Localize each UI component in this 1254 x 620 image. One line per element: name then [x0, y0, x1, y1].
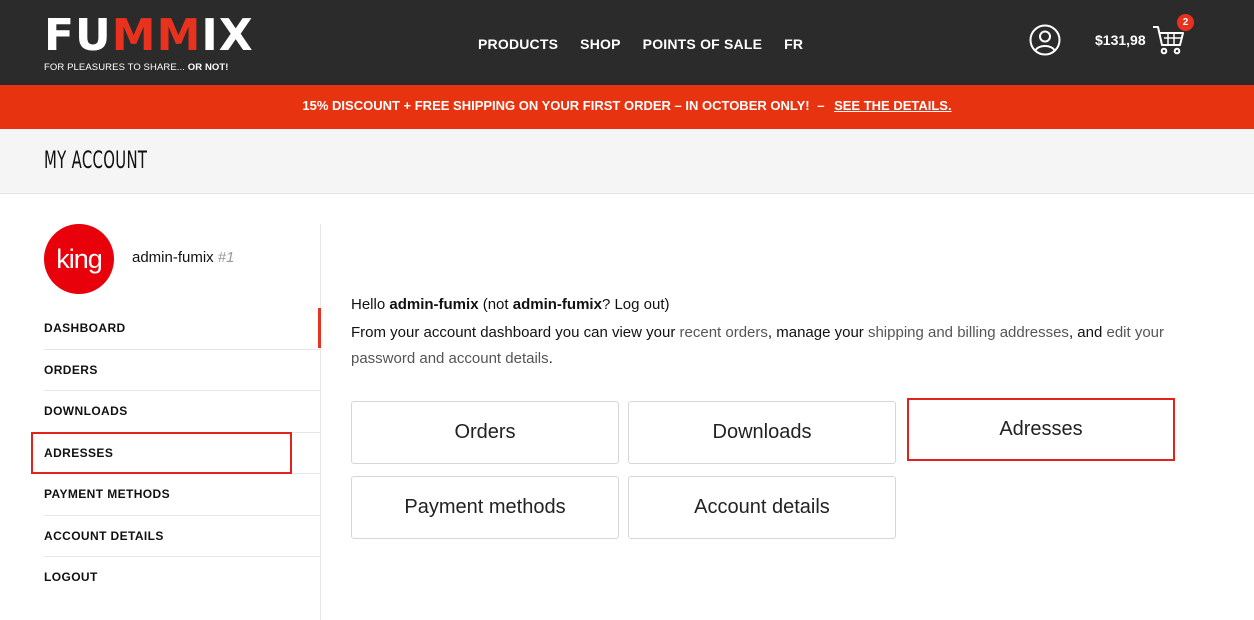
logout-link[interactable]: ? Log out) — [602, 296, 670, 313]
menu-item-account-details[interactable]: ACCOUNT DETAILS — [44, 516, 320, 557]
site-header: FUMMIX FOR PLEASURES TO SHARE... OR NOT!… — [0, 0, 1254, 85]
cart-total[interactable]: $131,98 — [1095, 32, 1146, 48]
logo-tagline: FOR PLEASURES TO SHARE... OR NOT! — [44, 62, 229, 73]
fumix-logo[interactable]: FUMMIX FOR PLEASURES TO SHARE... OR NOT! — [44, 10, 253, 76]
addresses-link[interactable]: shipping and billing addresses — [868, 324, 1069, 341]
promo-details-link[interactable]: SEE THE DETAILS. — [834, 98, 952, 113]
tile-addresses[interactable]: Adresses — [907, 398, 1175, 461]
menu-item-downloads[interactable]: DOWNLOADS — [44, 391, 320, 433]
user-account-icon[interactable] — [1029, 24, 1061, 56]
promo-banner: 15% DISCOUNT + FREE SHIPPING ON YOUR FIR… — [0, 85, 1254, 129]
main-nav: PRODUCTS SHOP POINTS OF SALE FR — [478, 36, 803, 52]
menu-item-logout[interactable]: LOGOUT — [44, 557, 320, 599]
menu-item-dashboard[interactable]: DASHBOARD — [44, 308, 321, 350]
logo-accent-letters: MM — [111, 10, 202, 61]
menu-item-addresses[interactable]: ADRESSES — [44, 433, 320, 474]
menu-item-orders[interactable]: ORDERS — [44, 350, 320, 391]
promo-text: 15% DISCOUNT + FREE SHIPPING ON YOUR FIR… — [302, 98, 810, 113]
promo-separator: – — [817, 98, 825, 113]
page-title-band: MY ACCOUNT — [0, 129, 1254, 194]
hello-message: Hello admin-fumix (not admin-fumix? Log … — [351, 296, 670, 313]
account-sidebar: king admin-fumix #1 DASHBOARD ORDERS DOWN… — [0, 224, 321, 620]
nav-products[interactable]: PRODUCTS — [478, 36, 558, 52]
page-title: MY ACCOUNT — [44, 146, 148, 174]
tile-payment-methods[interactable]: Payment methods — [351, 476, 619, 539]
menu-item-payment-methods[interactable]: PAYMENT METHODS — [44, 474, 320, 516]
nav-points-of-sale[interactable]: POINTS OF SALE — [643, 36, 762, 52]
avatar: king — [44, 224, 114, 294]
tile-account-details[interactable]: Account details — [628, 476, 896, 539]
user-id: #1 — [217, 249, 235, 266]
cart-count-badge: 2 — [1177, 14, 1194, 31]
dashboard-intro: From your account dashboard you can view… — [351, 324, 1165, 367]
recent-orders-link[interactable]: recent orders — [680, 324, 768, 341]
tile-downloads[interactable]: Downloads — [628, 401, 896, 464]
nav-shop[interactable]: SHOP — [580, 36, 620, 52]
account-menu: DASHBOARD ORDERS DOWNLOADS ADRESSES PAYM… — [44, 308, 321, 599]
tile-orders[interactable]: Orders — [351, 401, 619, 464]
user-name: admin-fumix #1 — [132, 249, 235, 266]
nav-language-fr[interactable]: FR — [784, 36, 803, 52]
logo-wordmark: FUMMIX — [44, 10, 254, 61]
